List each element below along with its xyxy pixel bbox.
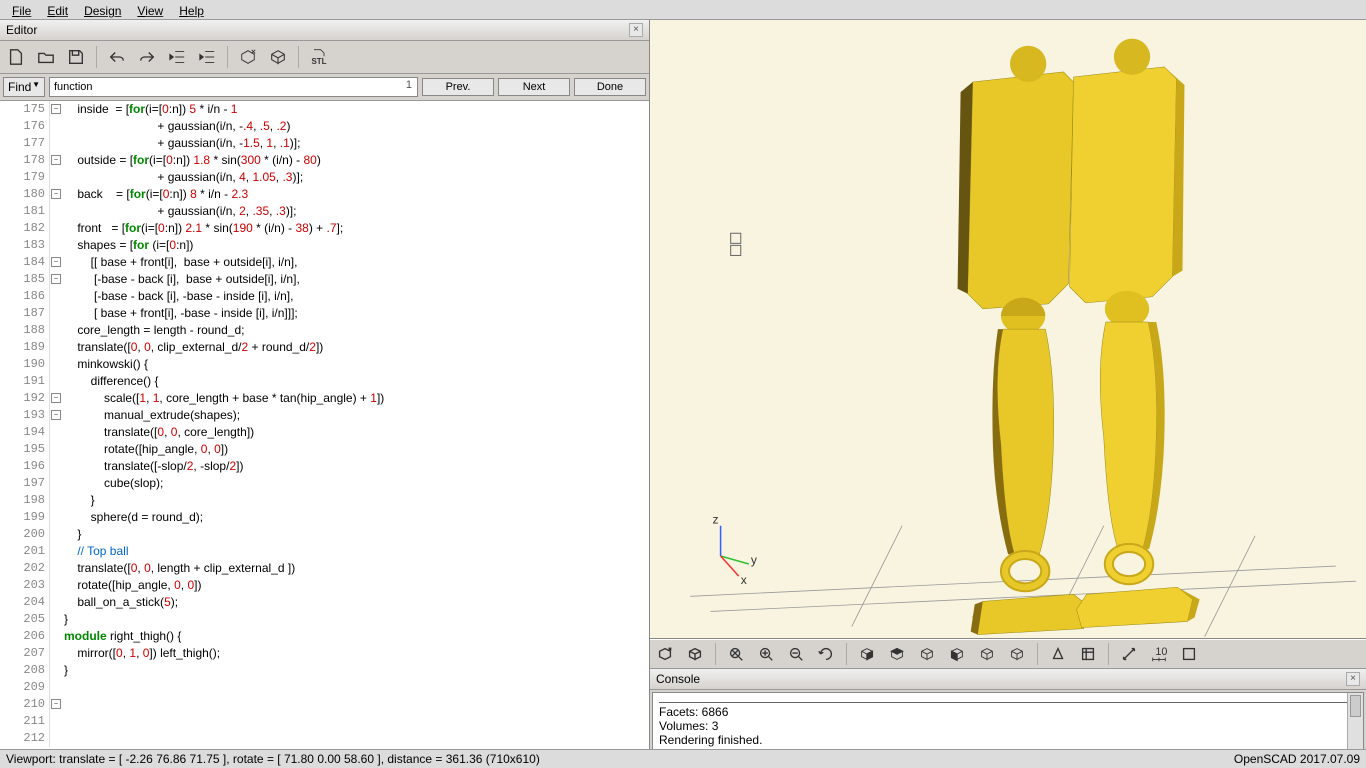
console-output[interactable]: Facets: 6866 Volumes: 3Rendering finishe… xyxy=(652,692,1364,749)
orthogonal-icon[interactable] xyxy=(1076,643,1100,665)
unindent-icon[interactable] xyxy=(165,45,189,69)
view-left-icon[interactable] xyxy=(945,643,969,665)
new-file-icon[interactable] xyxy=(4,45,28,69)
view-right-icon[interactable] xyxy=(855,643,879,665)
undo-icon[interactable] xyxy=(105,45,129,69)
3d-viewport[interactable]: z y x xyxy=(650,20,1366,639)
find-next-button[interactable]: Next xyxy=(498,78,570,96)
menu-file[interactable]: File xyxy=(4,2,39,17)
status-version: OpenSCAD 2017.07.09 xyxy=(1234,752,1360,766)
save-file-icon[interactable] xyxy=(64,45,88,69)
redo-icon[interactable] xyxy=(135,45,159,69)
perspective-icon[interactable] xyxy=(1046,643,1070,665)
find-prev-button[interactable]: Prev. xyxy=(422,78,494,96)
view-top-icon[interactable] xyxy=(885,643,909,665)
console-panel: Console × Facets: 6866 Volumes: 3Renderi… xyxy=(650,669,1366,749)
console-title: Console xyxy=(656,672,700,686)
view-toolbar: 10 xyxy=(650,639,1366,669)
zoom-out-icon[interactable] xyxy=(784,643,808,665)
status-viewport: Viewport: translate = [ -2.26 76.86 71.7… xyxy=(6,752,540,766)
editor-close-icon[interactable]: × xyxy=(629,23,643,37)
console-scrollbar[interactable] xyxy=(1347,693,1363,749)
find-done-button[interactable]: Done xyxy=(574,78,646,96)
render-view-icon[interactable] xyxy=(683,643,707,665)
find-mode-select[interactable]: Find▼ xyxy=(3,77,45,97)
menu-edit[interactable]: Edit xyxy=(39,2,76,17)
scale-marker-icon[interactable]: 10 xyxy=(1147,643,1171,665)
view-all-icon[interactable] xyxy=(724,643,748,665)
menu-design[interactable]: Design xyxy=(76,2,129,17)
view-front-icon[interactable] xyxy=(975,643,999,665)
svg-text:z: z xyxy=(713,513,719,527)
code-editor[interactable]: 175 176 177 178 179 180 181 182 183 184 … xyxy=(0,101,649,749)
menu-view[interactable]: View xyxy=(129,2,171,17)
preview-icon[interactable] xyxy=(236,45,260,69)
model-render: z y x xyxy=(650,20,1366,638)
open-file-icon[interactable] xyxy=(34,45,58,69)
menu-bar: File Edit Design View Help xyxy=(0,0,1366,20)
status-bar: Viewport: translate = [ -2.26 76.86 71.7… xyxy=(0,749,1366,768)
svg-text:y: y xyxy=(751,553,758,567)
export-stl-icon[interactable]: STL xyxy=(307,45,331,69)
reset-view-icon[interactable] xyxy=(814,643,838,665)
svg-text:10: 10 xyxy=(1155,646,1167,658)
view-bottom-icon[interactable] xyxy=(915,643,939,665)
svg-text:x: x xyxy=(741,573,747,587)
indent-icon[interactable] xyxy=(195,45,219,69)
editor-title: Editor xyxy=(6,23,37,37)
edges-icon[interactable] xyxy=(1177,643,1201,665)
editor-toolbar: STL xyxy=(0,41,649,74)
render-icon[interactable] xyxy=(266,45,290,69)
find-count: 1 xyxy=(406,79,412,91)
find-bar: Find▼ 1 Prev. Next Done xyxy=(0,74,649,101)
console-close-icon[interactable]: × xyxy=(1346,672,1360,686)
menu-help[interactable]: Help xyxy=(171,2,212,17)
find-input[interactable] xyxy=(49,77,418,97)
preview-view-icon[interactable] xyxy=(653,643,677,665)
view-back-icon[interactable] xyxy=(1005,643,1029,665)
editor-titlebar: Editor × xyxy=(0,20,649,41)
axes-icon[interactable] xyxy=(1117,643,1141,665)
zoom-in-icon[interactable] xyxy=(754,643,778,665)
